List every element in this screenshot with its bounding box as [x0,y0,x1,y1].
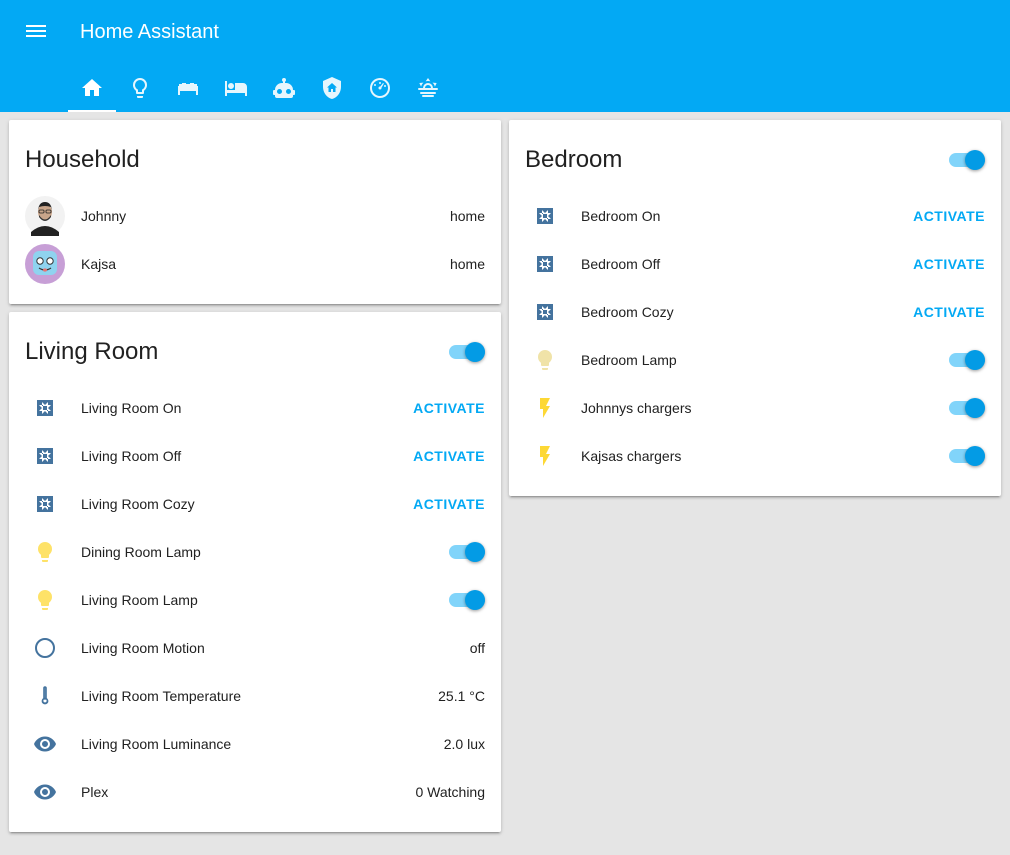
scene-icon [537,208,553,224]
entity-row: Bedroom Lamp [525,340,985,380]
entity-name: Bedroom Lamp [581,352,677,368]
entity-toggle[interactable] [949,446,985,466]
entity-name: Living Room On [81,400,182,416]
entity-name: Bedroom Off [581,256,661,272]
activate-button[interactable]: ACTIVATE [413,400,485,416]
entity-name: Johnnys chargers [581,400,692,416]
eye-icon [34,784,56,800]
tab-weather[interactable] [404,64,452,112]
entity-name: Living Room Off [81,448,182,464]
sofa-icon [178,83,198,95]
entity-row: Living Room Lamp [25,580,485,620]
card-title: Bedroom [525,146,623,173]
entity-name: Living Room Cozy [81,496,195,512]
weather-sunset-icon [418,78,438,97]
entity-state: 2.0 lux [443,736,485,752]
menu-icon[interactable] [24,20,48,44]
view-tabs [68,64,452,112]
tab-automation[interactable] [260,64,308,112]
entity-row: Dining Room Lamp [25,532,485,572]
bedroom-card: Bedroom Bedroom On ACTIVATE Bedroom Off … [509,120,1001,496]
shield-home-icon [323,77,341,99]
entity-row: Johnnys chargers [525,388,985,428]
tab-lights[interactable] [116,64,164,112]
entity-state: 25.1 °C [438,688,485,704]
entity-toggle[interactable] [449,590,485,610]
scene-icon [537,304,553,320]
app-toolbar: Home Assistant [0,0,1010,112]
person-state: home [449,208,485,224]
activate-button[interactable]: ACTIVATE [913,304,985,320]
household-card: Household Johnny home Kajsa home [9,120,501,304]
person-row-johnny[interactable]: Johnny home [25,196,485,236]
card-title: Household [25,146,140,173]
bed-icon [225,81,247,96]
avatar [25,244,65,284]
eye-icon [34,736,56,752]
robot-icon [273,78,295,98]
avatar [25,196,65,236]
scene-icon [37,448,53,464]
person-row-kajsa[interactable]: Kajsa home [25,244,485,284]
entity-row: Bedroom Cozy ACTIVATE [525,292,985,332]
entity-row: Living Room Off ACTIVATE [25,436,485,476]
entity-toggle[interactable] [449,542,485,562]
tab-bedroom[interactable] [212,64,260,112]
entity-name: Plex [81,784,109,800]
speedometer-icon [370,78,390,98]
entity-row: Bedroom Off ACTIVATE [525,244,985,284]
entity-name: Kajsas chargers [581,448,682,464]
scene-icon [37,496,53,512]
person-state: home [449,256,485,272]
entity-row[interactable]: Living Room Motion off [25,628,485,668]
lightbulb-icon[interactable] [33,588,57,612]
group-toggle[interactable] [949,150,985,170]
person-avatar-johnny [25,196,65,236]
home-icon [82,79,102,96]
flash-icon[interactable] [533,444,557,468]
entity-row: Bedroom On ACTIVATE [525,196,985,236]
lightbulb-icon[interactable] [533,348,557,372]
entity-row[interactable]: Plex 0 Watching [25,772,485,812]
app-title: Home Assistant [80,21,219,43]
thermometer-icon [41,686,49,705]
activate-button[interactable]: ACTIVATE [913,256,985,272]
entity-state: 0 Watching [415,784,485,800]
activate-button[interactable]: ACTIVATE [413,496,485,512]
entity-state: off [469,640,485,656]
scene-icon [37,400,53,416]
entity-name: Bedroom On [581,208,661,224]
scene-icon [537,256,553,272]
flash-icon[interactable] [533,396,557,420]
card-title: Living Room [25,338,159,365]
entity-row: Kajsas chargers [525,436,985,476]
tab-living-room[interactable] [164,64,212,112]
entity-name: Living Room Luminance [81,736,232,752]
lightbulb-icon [133,78,147,98]
entity-name: Dining Room Lamp [81,544,201,560]
entity-toggle[interactable] [949,398,985,418]
group-toggle[interactable] [449,342,485,362]
person-avatar-kajsa [25,244,65,284]
entity-name: Living Room Temperature [81,688,242,704]
tab-system[interactable] [356,64,404,112]
living-room-card: Living Room Living Room On ACTIVATE Livi… [9,312,501,832]
circle-outline-icon [35,638,55,658]
entity-row: Living Room On ACTIVATE [25,388,485,428]
person-name: Kajsa [81,256,117,272]
lightbulb-icon[interactable] [33,540,57,564]
tab-home[interactable] [68,64,116,112]
entity-row[interactable]: Living Room Temperature 25.1 °C [25,676,485,716]
person-name: Johnny [81,208,127,224]
activate-button[interactable]: ACTIVATE [913,208,985,224]
entity-row: Living Room Cozy ACTIVATE [25,484,485,524]
entity-row[interactable]: Living Room Luminance 2.0 lux [25,724,485,764]
tab-security[interactable] [308,64,356,112]
entity-toggle[interactable] [949,350,985,370]
entity-name: Living Room Lamp [81,592,198,608]
entity-name: Living Room Motion [81,640,205,656]
activate-button[interactable]: ACTIVATE [413,448,485,464]
entity-name: Bedroom Cozy [581,304,674,320]
